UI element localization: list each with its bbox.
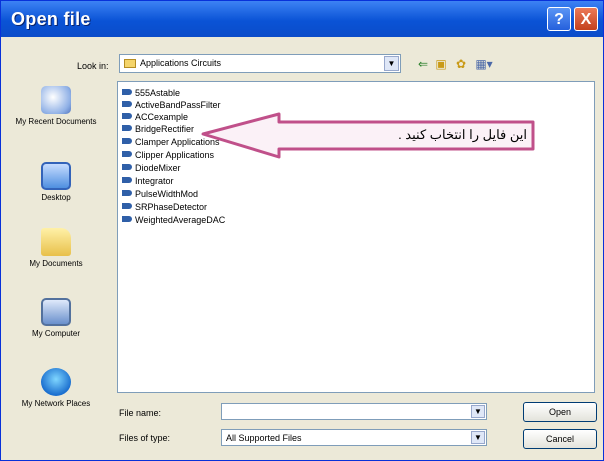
desktop-icon <box>41 162 71 190</box>
list-item[interactable]: SRPhaseDetector <box>122 202 207 212</box>
application-icon <box>122 151 132 157</box>
list-item[interactable]: Integrator <box>122 176 174 186</box>
instruction-callout: این فایل را انتخاب کنید . <box>201 111 537 161</box>
recent-documents-icon <box>41 86 71 114</box>
application-icon <box>122 113 132 119</box>
chevron-down-icon[interactable]: ▼ <box>471 431 485 444</box>
list-item[interactable]: WeightedAverageDAC <box>122 215 225 225</box>
list-item[interactable]: ACCexample <box>122 112 188 122</box>
places-bar: My Recent Documents Desktop My Documents… <box>1 78 111 438</box>
callout-text: این فایل را انتخاب کنید . <box>398 127 527 142</box>
my-documents-icon <box>41 228 71 256</box>
title-bar[interactable]: Open file ? X <box>1 1 603 37</box>
application-icon <box>122 177 132 183</box>
list-item[interactable]: DiodeMixer <box>122 163 181 173</box>
up-folder-icon[interactable]: ▣ <box>433 57 449 71</box>
place-label: My Computer <box>31 329 80 338</box>
list-item[interactable]: PulseWidthMod <box>122 189 198 199</box>
application-icon <box>122 164 132 170</box>
window-title: Open file <box>11 9 91 29</box>
folder-icon <box>124 59 136 68</box>
cancel-button[interactable]: Cancel <box>523 429 597 449</box>
place-label: Desktop <box>41 193 71 202</box>
back-icon[interactable]: ⇐ <box>415 57 431 71</box>
application-icon <box>122 190 132 196</box>
chevron-down-icon[interactable]: ▼ <box>384 56 399 71</box>
look-in-dropdown[interactable]: Applications Circuits ▼ <box>119 54 401 73</box>
place-desktop[interactable]: Desktop <box>1 162 111 203</box>
application-icon <box>122 89 132 95</box>
place-network[interactable]: My Network Places <box>1 368 111 409</box>
list-item[interactable]: 555Astable <box>122 88 180 98</box>
chevron-down-icon[interactable]: ▼ <box>471 405 485 418</box>
list-item[interactable]: BridgeRectifier <box>122 124 194 134</box>
application-icon <box>122 138 132 144</box>
file-type-value: All Supported Files <box>226 433 302 443</box>
close-button[interactable]: X <box>574 7 598 31</box>
file-name-input[interactable]: ▼ <box>221 403 487 420</box>
place-recent-documents[interactable]: My Recent Documents <box>1 86 111 127</box>
list-item[interactable]: ActiveBandPassFilter <box>122 100 221 110</box>
file-name-label: File name: <box>119 408 162 418</box>
network-places-icon <box>41 368 71 396</box>
place-label: My Network Places <box>21 399 91 408</box>
look-in-value: Applications Circuits <box>140 58 222 68</box>
views-menu-icon[interactable]: ▦▾ <box>473 57 495 71</box>
file-type-select[interactable]: All Supported Files ▼ <box>221 429 487 446</box>
help-button[interactable]: ? <box>547 7 571 31</box>
open-file-dialog: Open file ? X Look in: Applications Circ… <box>0 0 604 461</box>
file-type-label: Files of type: <box>119 433 171 443</box>
look-in-label: Look in: <box>77 61 109 71</box>
place-label: My Documents <box>29 259 83 268</box>
application-icon <box>122 203 132 209</box>
new-folder-icon[interactable]: ✿ <box>453 57 469 71</box>
my-computer-icon <box>41 298 71 326</box>
place-my-computer[interactable]: My Computer <box>1 298 111 339</box>
place-my-documents[interactable]: My Documents <box>1 228 111 269</box>
application-icon <box>122 101 132 107</box>
application-icon <box>122 125 132 131</box>
application-icon <box>122 216 132 222</box>
open-button[interactable]: Open <box>523 402 597 422</box>
place-label: My Recent Documents <box>15 117 97 126</box>
